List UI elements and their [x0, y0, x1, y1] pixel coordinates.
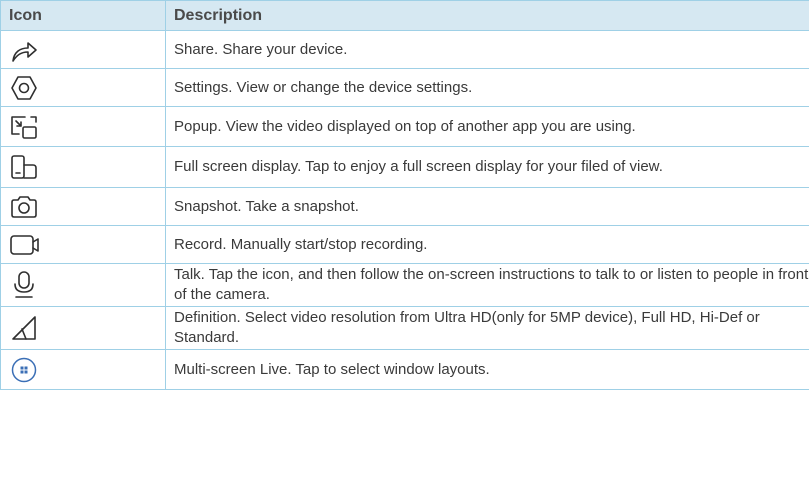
- table-row: Snapshot. Take a snapshot.: [0, 187, 809, 226]
- table-header-row: Icon Description: [0, 0, 809, 31]
- row-description: Multi-screen Live. Tap to select window …: [165, 349, 809, 390]
- icon-description-table: Icon Description Share. Share your devic…: [0, 0, 809, 390]
- share-icon: [9, 35, 165, 65]
- camera-icon: [9, 192, 165, 222]
- row-description: Record. Manually start/stop recording.: [165, 225, 809, 264]
- row-description: Snapshot. Take a snapshot.: [165, 187, 809, 226]
- row-description: Share. Share your device.: [165, 30, 809, 69]
- fullscreen-icon: [9, 152, 165, 182]
- table-row: Talk. Tap the icon, and then follow the …: [0, 263, 809, 307]
- table-row: Share. Share your device.: [0, 30, 809, 69]
- table-row: Multi-screen Live. Tap to select window …: [0, 349, 809, 390]
- table-row: Definition. Select video resolution from…: [0, 306, 809, 350]
- row-description: Definition. Select video resolution from…: [165, 306, 809, 350]
- header-icon: Icon: [0, 0, 166, 31]
- microphone-icon: [9, 269, 165, 301]
- table-row: Popup. View the video displayed on top o…: [0, 106, 809, 147]
- table-row: Settings. View or change the device sett…: [0, 68, 809, 107]
- row-description: Talk. Tap the icon, and then follow the …: [165, 263, 809, 307]
- row-description: Settings. View or change the device sett…: [165, 68, 809, 107]
- signal-definition-icon: [9, 313, 165, 343]
- row-description: Popup. View the video displayed on top o…: [165, 106, 809, 147]
- settings-icon: [9, 73, 165, 103]
- row-description: Full screen display. Tap to enjoy a full…: [165, 146, 809, 188]
- video-camera-icon: [9, 230, 165, 260]
- popup-icon: [9, 112, 165, 142]
- multi-screen-icon: [9, 355, 165, 385]
- page: Icon Description Share. Share your devic…: [0, 0, 809, 486]
- table-row: Full screen display. Tap to enjoy a full…: [0, 146, 809, 188]
- header-description: Description: [165, 0, 809, 31]
- table-row: Record. Manually start/stop recording.: [0, 225, 809, 264]
